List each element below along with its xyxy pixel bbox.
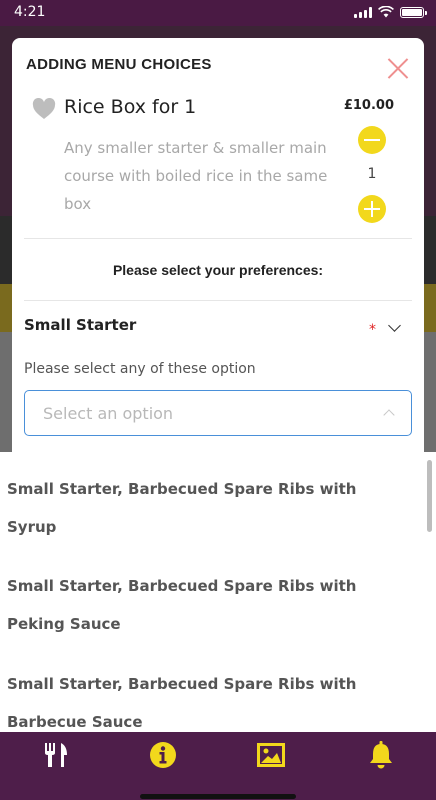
- heart-icon[interactable]: [32, 98, 56, 120]
- home-indicator[interactable]: [140, 794, 296, 799]
- section-title[interactable]: Small Starter: [24, 316, 136, 334]
- divider: [24, 300, 412, 301]
- preferences-heading: Please select your preferences:: [112, 262, 324, 278]
- close-button[interactable]: [386, 56, 410, 80]
- item-description: Any smaller starter & smaller main cours…: [64, 139, 328, 213]
- dropdown-option[interactable]: Small Starter, Barbecued Spare Ribs with…: [7, 567, 407, 643]
- chevron-down-icon[interactable]: [388, 319, 401, 332]
- battery-icon: [400, 6, 427, 18]
- scrollbar[interactable]: [427, 460, 432, 532]
- fork-knife-icon[interactable]: [41, 740, 71, 770]
- divider: [24, 238, 412, 239]
- cellular-signal-icon: [354, 6, 372, 18]
- increase-quantity-button[interactable]: [358, 195, 386, 223]
- quantity-value: 1: [367, 166, 377, 182]
- wifi-icon: [378, 6, 394, 18]
- decrease-quantity-button[interactable]: [358, 126, 386, 154]
- item-name: Rice Box for 1: [64, 96, 197, 118]
- option-select[interactable]: Select an option: [24, 390, 412, 436]
- status-time: 4:21: [14, 4, 46, 20]
- status-icons: [354, 6, 427, 18]
- dropdown-option[interactable]: Small Starter, Barbecued Spare Ribs with…: [7, 665, 407, 732]
- bottom-nav: [0, 732, 436, 800]
- dropdown-option[interactable]: Small Starter, Barbecued Spare Ribs with…: [7, 470, 407, 546]
- select-placeholder: Select an option: [43, 404, 174, 423]
- item-price: £10.00: [343, 98, 394, 113]
- options-dropdown: Small Starter, Barbecued Spare Ribs with…: [0, 452, 436, 732]
- helper-text: Please select any of these option: [24, 361, 256, 377]
- bell-icon[interactable]: [366, 740, 396, 770]
- chevron-up-icon: [383, 409, 395, 421]
- required-mark: *: [369, 322, 376, 338]
- gallery-icon[interactable]: [256, 740, 286, 770]
- status-bar: 4:21: [0, 0, 436, 26]
- modal-title: ADDING MENU CHOICES: [26, 56, 212, 73]
- info-icon[interactable]: [148, 740, 178, 770]
- menu-choice-modal: ADDING MENU CHOICES Rice Box for 1 £10.0…: [12, 38, 424, 452]
